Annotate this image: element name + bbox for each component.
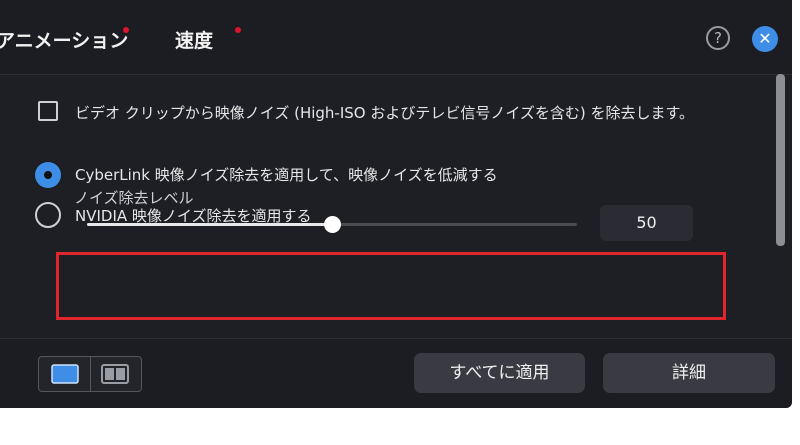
apply-all-label: すべてに適用 xyxy=(449,363,550,383)
noise-level-label: ノイズ除去レベル xyxy=(74,189,194,207)
close-button[interactable]: ✕ xyxy=(752,26,778,52)
tab-speed-indicator xyxy=(235,27,241,33)
split-view-button[interactable] xyxy=(92,360,138,388)
denoise-checkbox-label: ビデオ クリップから映像ノイズ (High-ISO およびテレビ信号ノイズを含む… xyxy=(75,104,695,122)
help-button[interactable]: ? xyxy=(706,26,730,50)
close-icon: ✕ xyxy=(758,29,772,48)
tab-animation[interactable]: アニメーション xyxy=(0,26,128,53)
vertical-scrollbar[interactable] xyxy=(775,74,785,338)
denoise-checkbox[interactable] xyxy=(38,101,58,121)
question-circle-icon: ? xyxy=(714,29,722,47)
noise-level-highlight-frame xyxy=(56,252,726,320)
noise-level-slider-fill xyxy=(87,223,332,226)
tab-animation-label: アニメーション xyxy=(0,30,129,52)
split-view-icon xyxy=(101,364,129,384)
apply-all-button[interactable]: すべてに適用 xyxy=(414,353,585,393)
view-toggle-divider xyxy=(90,357,91,391)
nvidia-denoise-radio[interactable] xyxy=(35,202,61,228)
effect-settings-panel: アニメーション 速度 ? ✕ ビデオ クリップから映像ノイズ (High-ISO… xyxy=(0,0,792,408)
tab-animation-indicator xyxy=(123,27,129,33)
single-view-button[interactable] xyxy=(42,360,88,388)
noise-level-slider-thumb[interactable] xyxy=(324,216,341,233)
details-button[interactable]: 詳細 xyxy=(603,353,775,393)
tab-bar: アニメーション 速度 ? ✕ xyxy=(0,0,792,75)
scrollbar-thumb[interactable] xyxy=(776,74,785,246)
tab-speed-label: 速度 xyxy=(175,30,214,52)
view-toggle xyxy=(38,356,142,392)
single-view-icon xyxy=(51,364,79,384)
tab-speed[interactable]: 速度 xyxy=(175,26,213,53)
cyberlink-denoise-label: CyberLink 映像ノイズ除去を適用して、映像ノイズを低減する xyxy=(75,166,498,184)
footer-bar: すべてに適用 詳細 xyxy=(0,338,792,408)
cyberlink-denoise-radio[interactable] xyxy=(35,162,61,188)
details-label: 詳細 xyxy=(672,363,706,383)
noise-level-value-input[interactable]: 50 xyxy=(600,205,693,241)
